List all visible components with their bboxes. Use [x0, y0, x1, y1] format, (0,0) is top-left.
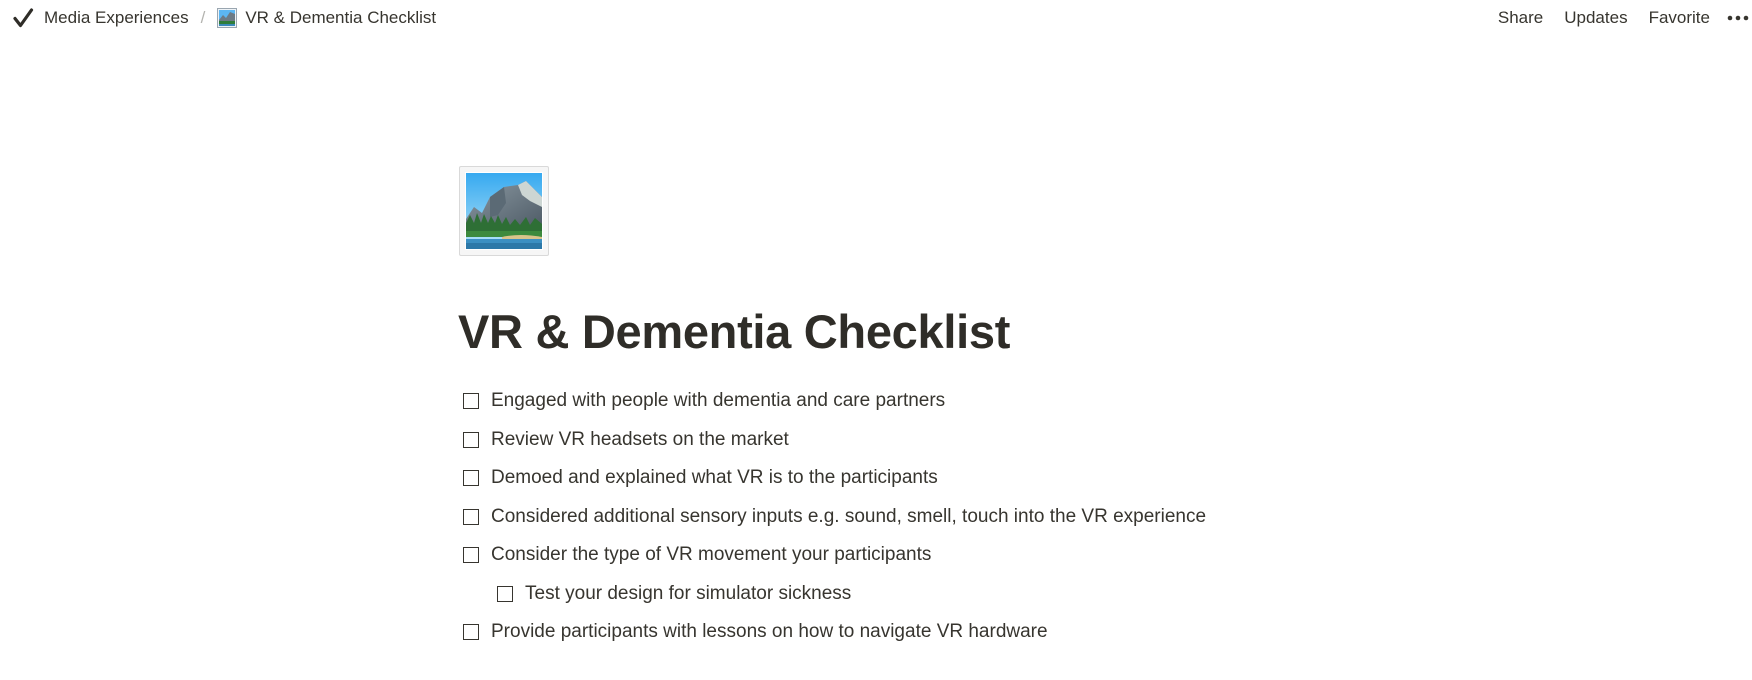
todo-item-nested: Test your design for simulator sickness — [463, 575, 1206, 614]
more-horizontal-icon[interactable] — [1726, 7, 1752, 29]
todo-text[interactable]: Provide participants with lessons on how… — [491, 621, 1048, 643]
todo-checkbox[interactable] — [463, 393, 479, 410]
todo-text[interactable]: Consider the type of VR movement your pa… — [491, 544, 931, 566]
checkmark-logo-icon — [12, 7, 34, 29]
favorite-button[interactable]: Favorite — [1649, 8, 1710, 28]
todo-text[interactable]: Review VR headsets on the market — [491, 429, 789, 451]
todo-item: Consider the type of VR movement your pa… — [463, 536, 1206, 575]
todo-checkbox[interactable] — [463, 547, 479, 564]
todo-checkbox[interactable] — [463, 624, 479, 641]
todo-item: Provide participants with lessons on how… — [463, 613, 1206, 652]
top-bar: Media Experiences / VR & Dementia Checkl… — [0, 0, 1752, 36]
breadcrumb-page-label: VR & Dementia Checklist — [245, 8, 437, 27]
todo-checkbox[interactable] — [463, 508, 479, 525]
todo-checkbox[interactable] — [463, 431, 479, 448]
share-button[interactable]: Share — [1498, 8, 1543, 28]
breadcrumb-workspace-label: Media Experiences — [44, 8, 189, 27]
todo-text[interactable]: Demoed and explained what VR is to the p… — [491, 467, 938, 489]
todo-item: Review VR headsets on the market — [463, 421, 1206, 460]
todo-text[interactable]: Considered additional sensory inputs e.g… — [491, 506, 1206, 528]
breadcrumb-page[interactable]: VR & Dementia Checklist — [217, 8, 436, 28]
breadcrumb: Media Experiences / VR & Dementia Checkl… — [12, 7, 436, 29]
page-title[interactable]: VR & Dementia Checklist — [458, 300, 1010, 364]
todo-text[interactable]: Engaged with people with dementia and ca… — [491, 390, 945, 412]
updates-button[interactable]: Updates — [1564, 8, 1627, 28]
todo-text[interactable]: Test your design for simulator sickness — [525, 583, 851, 605]
todo-item: Engaged with people with dementia and ca… — [463, 382, 1206, 421]
todo-checkbox[interactable] — [463, 470, 479, 487]
landscape-icon — [217, 8, 238, 28]
todo-list: Engaged with people with dementia and ca… — [463, 382, 1206, 652]
breadcrumb-separator: / — [200, 8, 206, 27]
todo-item: Considered additional sensory inputs e.g… — [463, 498, 1206, 537]
todo-item: Demoed and explained what VR is to the p… — [463, 459, 1206, 498]
todo-checkbox[interactable] — [497, 585, 513, 602]
breadcrumb-workspace[interactable]: Media Experiences — [12, 7, 189, 29]
topbar-actions: Share Updates Favorite — [1477, 7, 1752, 29]
page-icon[interactable] — [459, 166, 549, 256]
national-park-landscape-icon — [465, 172, 543, 250]
